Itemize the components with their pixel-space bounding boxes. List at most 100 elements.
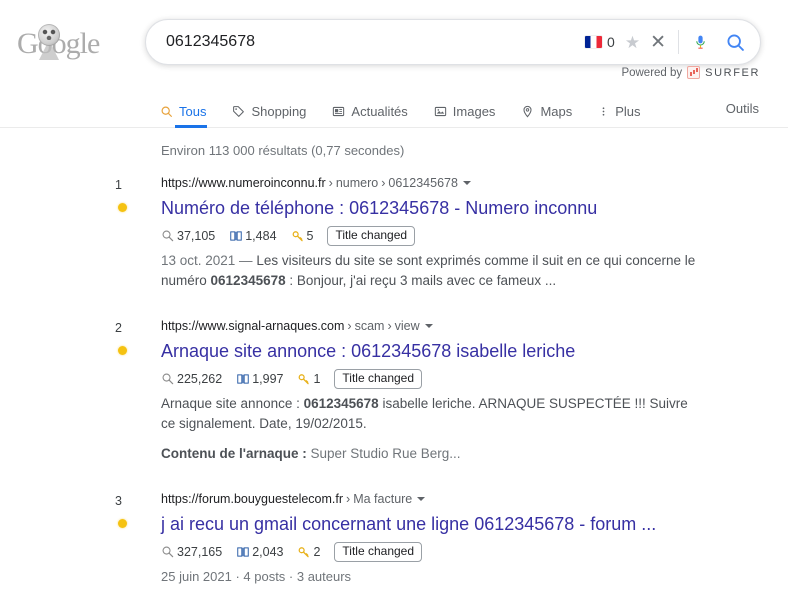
search-result-item: 3 https://forum.bouyguestelecom.fr › Ma fa… bbox=[0, 486, 788, 593]
title-changed-badge[interactable]: Title changed bbox=[334, 542, 423, 562]
search-submit-icon[interactable] bbox=[725, 32, 746, 53]
metric-keywords: 2 bbox=[297, 545, 320, 559]
url-path-1: numero bbox=[335, 176, 379, 190]
tab-label: Actualités bbox=[351, 104, 408, 119]
result-metrics: 37,105 1,484 5 Title changed bbox=[161, 226, 788, 246]
tab-label: Maps bbox=[540, 104, 573, 119]
result-snippet: 13 oct. 2021 — Les visiteurs du site se … bbox=[161, 251, 696, 291]
tab-label: Shopping bbox=[251, 104, 307, 119]
surfer-chart-icon bbox=[687, 66, 701, 79]
result-status-dot bbox=[118, 346, 127, 355]
metric-searches-value: 225,262 bbox=[177, 372, 223, 386]
search-bar[interactable]: 0612345678 0 ★ ✕ bbox=[145, 19, 761, 65]
surfer-brand-label: SURFER bbox=[705, 66, 760, 79]
tab-actualites[interactable]: Actualités bbox=[332, 96, 408, 127]
result-title-link[interactable]: Numéro de téléphone : 0612345678 - Numer… bbox=[161, 196, 788, 221]
key-icon bbox=[292, 231, 303, 242]
snippet-post: : Bonjour, j'ai reçu 3 mails avec ce fam… bbox=[285, 273, 557, 288]
metric-searches: 327,165 bbox=[161, 545, 222, 559]
snippet-pre: Arnaque site annonce : bbox=[161, 396, 304, 411]
book-icon bbox=[237, 547, 249, 557]
result-title-link[interactable]: j ai recu un gmail concernant une ligne … bbox=[161, 512, 788, 537]
metric-words-value: 1,997 bbox=[252, 372, 284, 386]
nav-tabs: Tous Shopping Actualités Images Maps Plu… bbox=[160, 96, 641, 128]
powered-by-surfer: Powered by SURFER bbox=[621, 66, 760, 79]
result-snippet: j ai recu un email concernant une ligne … bbox=[161, 589, 701, 593]
page-header: Google 0612345678 0 ★ ✕ Powered by SURFE… bbox=[0, 0, 788, 88]
metric-words: 1,997 bbox=[236, 372, 283, 386]
more-vertical-icon bbox=[598, 105, 609, 118]
subline-label: Contenu de l'arnaque : bbox=[161, 446, 307, 461]
tab-label: Images bbox=[452, 104, 496, 119]
france-flag-icon bbox=[585, 36, 603, 48]
result-url[interactable]: https://forum.bouyguestelecom.fr › Ma fact… bbox=[161, 486, 788, 508]
url-path-2: view bbox=[394, 319, 420, 333]
snippet-highlight: 0612345678 bbox=[303, 396, 379, 411]
metric-words: 1,484 bbox=[229, 229, 277, 243]
google-logo[interactable]: Google bbox=[17, 24, 109, 60]
metric-keywords: 1 bbox=[297, 372, 320, 386]
news-icon bbox=[332, 105, 345, 118]
tab-images[interactable]: Images bbox=[434, 96, 496, 127]
url-domain: https://forum.bouyguestelecom.fr bbox=[161, 492, 344, 506]
chevron-down-icon[interactable] bbox=[417, 497, 426, 501]
result-subline: Contenu de l'arnaque : Super Studio Rue … bbox=[161, 444, 696, 464]
title-changed-badge[interactable]: Title changed bbox=[334, 369, 423, 389]
search-input[interactable]: 0612345678 bbox=[146, 33, 585, 51]
microphone-icon[interactable] bbox=[692, 31, 709, 53]
url-domain: https://www.signal-arnaques.com bbox=[161, 319, 345, 333]
search-nav-bar: Tous Shopping Actualités Images Maps Plu… bbox=[0, 96, 788, 128]
metric-words-value: 1,484 bbox=[245, 229, 277, 243]
book-icon bbox=[237, 374, 249, 384]
key-icon bbox=[299, 374, 310, 385]
chevron-down-icon[interactable] bbox=[462, 181, 471, 185]
tab-label: Plus bbox=[615, 104, 641, 119]
flag-count-label: 0 bbox=[607, 34, 615, 50]
result-stats: Environ 113 000 résultats (0,77 secondes… bbox=[161, 143, 405, 158]
tab-plus[interactable]: Plus bbox=[598, 96, 641, 127]
result-snippet: Arnaque site annonce : 0612345678 isabel… bbox=[161, 394, 696, 434]
close-icon[interactable]: ✕ bbox=[650, 33, 666, 52]
tab-tous[interactable]: Tous bbox=[160, 96, 208, 128]
search-results-list: 1 https://www.numeroinconnu.fr › numero › 06… bbox=[0, 170, 788, 593]
metric-words: 2,043 bbox=[236, 545, 283, 559]
powered-by-label: Powered by bbox=[621, 66, 683, 79]
result-rank: 1 bbox=[115, 178, 122, 192]
tab-shopping[interactable]: Shopping bbox=[232, 96, 306, 127]
url-path-1: Ma facture bbox=[353, 492, 413, 506]
chevron-down-icon[interactable] bbox=[424, 324, 433, 328]
magnifier-icon bbox=[162, 230, 174, 242]
star-icon[interactable]: ★ bbox=[625, 34, 640, 51]
snippet-highlight: 0612345678 bbox=[210, 273, 286, 288]
title-changed-badge[interactable]: Title changed bbox=[327, 226, 416, 246]
metric-keywords: 5 bbox=[291, 229, 313, 243]
metric-keywords-value: 2 bbox=[313, 545, 321, 559]
result-rank: 2 bbox=[115, 321, 122, 335]
snippet-date: 13 oct. 2021 — bbox=[161, 253, 257, 268]
subline-text: Super Studio Rue Berg... bbox=[306, 446, 461, 461]
result-status-dot bbox=[118, 203, 127, 212]
search-icon bbox=[160, 105, 173, 118]
result-url[interactable]: https://www.numeroinconnu.fr › numero › 0612… bbox=[161, 170, 788, 192]
result-title-link[interactable]: Arnaque site annonce : 0612345678 isabel… bbox=[161, 339, 788, 364]
metric-searches: 37,105 bbox=[161, 229, 215, 243]
result-rank: 3 bbox=[115, 494, 122, 508]
key-icon bbox=[299, 547, 310, 558]
result-url[interactable]: https://www.signal-arnaques.com › scam › vie… bbox=[161, 313, 788, 335]
logo-overlay-badge-icon bbox=[38, 24, 60, 46]
tools-button[interactable]: Outils bbox=[726, 101, 759, 116]
search-result-item: 2 https://www.signal-arnaques.com › scam › v… bbox=[0, 313, 788, 464]
metric-keywords-value: 1 bbox=[313, 372, 321, 386]
google-search-results-page: Google 0612345678 0 ★ ✕ Powered by SURFE… bbox=[0, 0, 788, 593]
book-icon bbox=[230, 231, 242, 241]
magnifier-icon bbox=[162, 546, 174, 558]
url-domain: https://www.numeroinconnu.fr bbox=[161, 176, 326, 190]
tab-maps[interactable]: Maps bbox=[521, 96, 572, 127]
search-result-item: 1 https://www.numeroinconnu.fr › numero › 06… bbox=[0, 170, 788, 291]
search-bar-actions: 0 ★ ✕ bbox=[585, 30, 760, 54]
result-metrics: 225,262 1,997 1 Title changed bbox=[161, 369, 788, 389]
tab-label: Tous bbox=[179, 104, 207, 119]
metric-words-value: 2,043 bbox=[252, 545, 284, 559]
url-path-1: scam bbox=[354, 319, 385, 333]
tag-icon bbox=[232, 105, 245, 118]
